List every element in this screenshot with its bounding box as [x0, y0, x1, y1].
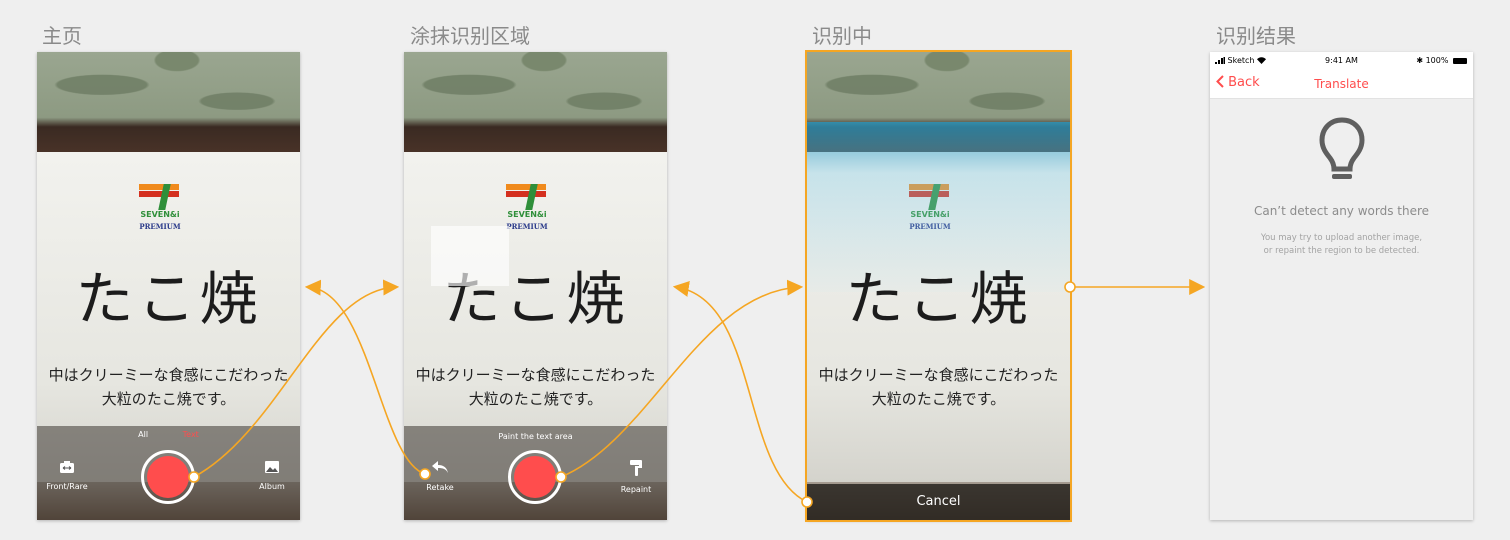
brand-text: SEVEN&i: [140, 210, 180, 219]
empty-state-title: Can’t detect any words there: [1253, 204, 1430, 218]
album-button[interactable]: Album: [242, 460, 300, 491]
status-battery: ✱ 100%: [1416, 56, 1467, 65]
retake-icon: [410, 460, 470, 477]
home-screen: SEVEN&i PREMIUM たこ焼 中はクリーミーな食感にこだわった 大粒の…: [37, 52, 300, 520]
paint-screen: SEVEN&i PREMIUM たこ焼 中はクリーミーな食感にこだわった 大粒の…: [404, 52, 667, 520]
empty-state-description: You may try to upload another image, or …: [1260, 233, 1423, 256]
photo-text-line-1: 中はクリーミーな食感にこだわった: [818, 366, 1059, 384]
album-label: Album: [259, 482, 285, 491]
brand-text: SEVEN&i: [507, 210, 547, 219]
status-bar: Sketch 9:41 AM ✱ 100%: [1210, 52, 1473, 70]
repaint-label: Repaint: [620, 485, 652, 494]
battery-icon: [1453, 57, 1467, 64]
brand-logo: SEVEN&i PREMIUM: [137, 184, 183, 232]
painted-region[interactable]: [431, 226, 509, 286]
section-title-paint: 涂抹识别区域: [410, 24, 530, 48]
premium-text: PREMIUM: [139, 222, 181, 231]
flow-cancel-to-paint: [672, 281, 808, 503]
section-title-recognizing: 识别中: [812, 24, 872, 48]
paint-hint: Paint the text area: [498, 432, 573, 441]
retake-button[interactable]: Retake: [410, 460, 470, 492]
front-rear-label: Front/Rare: [46, 482, 88, 491]
photo-text-line-2: 大粒のたこ焼です。: [101, 390, 236, 408]
shutter-button[interactable]: [508, 450, 562, 504]
camera-flip-icon: [37, 460, 97, 476]
album-icon: [242, 460, 300, 476]
repaint-icon: [606, 460, 666, 479]
brand-logo: SEVEN&i PREMIUM: [504, 184, 550, 232]
photo-text-line-1: 中はクリーミーな食感にこだわった: [415, 366, 656, 384]
premium-text: PREMIUM: [506, 222, 548, 231]
photo-big-text: たこ焼: [845, 265, 1032, 333]
shutter-button[interactable]: [141, 450, 195, 504]
result-screen: Sketch 9:41 AM ✱ 100% Back Translate Can…: [1210, 52, 1473, 520]
photo-big-text: たこ焼: [75, 265, 262, 333]
section-title-result: 识别结果: [1216, 24, 1296, 48]
cancel-button[interactable]: Cancel: [807, 484, 1070, 520]
photo-text-line-2: 大粒のたこ焼です。: [468, 390, 603, 408]
photo-text-line-2: 大粒のたこ焼です。: [871, 390, 1006, 408]
page-title: Translate: [1314, 77, 1369, 91]
front-rear-button[interactable]: Front/Rare: [37, 460, 97, 491]
retake-label: Retake: [426, 483, 454, 492]
mode-all[interactable]: All: [138, 430, 148, 439]
recognizing-screen: SEVEN&i PREMIUM たこ焼 中はクリーミーな食感にこだわった 大粒の…: [805, 50, 1072, 522]
mode-switcher: All Text: [37, 430, 300, 439]
section-title-home: 主页: [42, 24, 82, 48]
mode-text[interactable]: Text: [183, 430, 199, 439]
lightbulb-icon: [1316, 116, 1368, 188]
photo-text-line-1: 中はクリーミーな食感にこだわった: [48, 366, 289, 384]
nav-bar: Back Translate: [1210, 70, 1473, 99]
repaint-button[interactable]: Repaint: [606, 460, 666, 494]
bluetooth-icon: ✱: [1416, 56, 1424, 65]
